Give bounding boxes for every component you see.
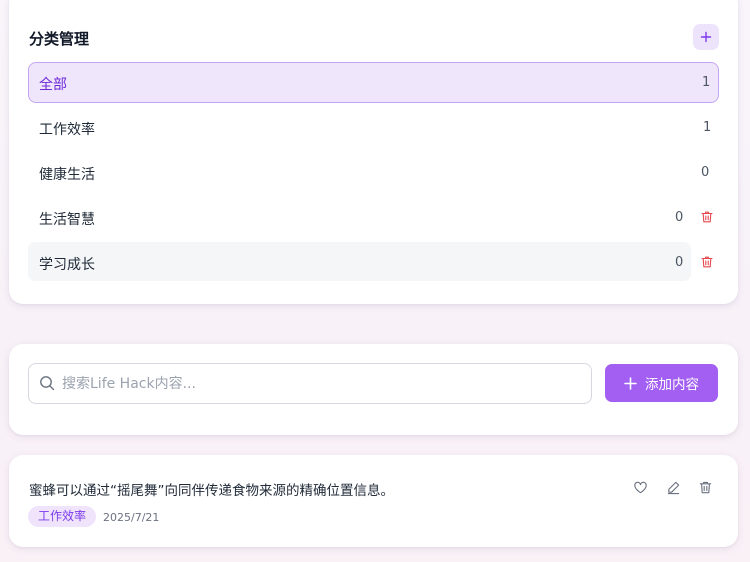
category-count: 0 — [675, 210, 684, 225]
category-item-all[interactable]: 全部 1 — [28, 62, 719, 103]
trash-icon[interactable] — [698, 480, 713, 495]
category-item-health[interactable]: 健康生活 0 — [28, 152, 719, 193]
category-item-life[interactable]: 生活智慧 0 — [28, 197, 719, 238]
category-name: 学习成长 — [39, 257, 95, 273]
add-content-label: 添加内容 — [645, 377, 699, 393]
category-count: 1 — [703, 120, 712, 135]
category-name: 全部 — [39, 77, 67, 93]
trash-icon[interactable] — [700, 210, 714, 224]
category-list: 全部 1 工作效率 1 健康生活 0 生活智慧 0 学习成长 0 — [28, 62, 719, 287]
category-name: 健康生活 — [39, 167, 95, 183]
search-card: 添加内容 — [9, 344, 738, 435]
category-count: 0 — [701, 165, 710, 180]
row-hover-background — [28, 242, 691, 281]
plus-icon — [700, 31, 712, 43]
category-count: 1 — [702, 75, 711, 90]
edit-icon[interactable] — [666, 480, 681, 495]
add-category-button[interactable] — [693, 24, 719, 50]
item-text: 蜜蜂可以通过“摇尾舞”向同伴传递食物来源的精确位置信息。 — [29, 483, 394, 499]
category-tag: 工作效率 — [28, 506, 97, 527]
category-title: 分类管理 — [29, 30, 90, 48]
category-card: 分类管理 全部 1 工作效率 1 健康生活 0 生活智慧 0 学习成长 0 — [9, 0, 738, 304]
item-date: 2025/7/21 — [103, 511, 160, 524]
search-box[interactable] — [28, 363, 592, 404]
add-content-button[interactable]: 添加内容 — [605, 364, 718, 402]
trash-icon[interactable] — [700, 255, 714, 269]
search-input[interactable] — [62, 373, 582, 395]
list-item: 蜜蜂可以通过“摇尾舞”向同伴传递食物来源的精确位置信息。 工作效率 2025/7… — [9, 455, 738, 547]
search-icon — [40, 376, 55, 391]
heart-icon[interactable] — [633, 480, 648, 495]
category-item-work[interactable]: 工作效率 1 — [28, 107, 719, 148]
category-name: 工作效率 — [39, 122, 95, 138]
category-name: 生活智慧 — [39, 212, 95, 228]
category-count: 0 — [675, 255, 684, 270]
category-item-learning[interactable]: 学习成长 0 — [28, 242, 719, 283]
plus-icon — [624, 376, 637, 390]
